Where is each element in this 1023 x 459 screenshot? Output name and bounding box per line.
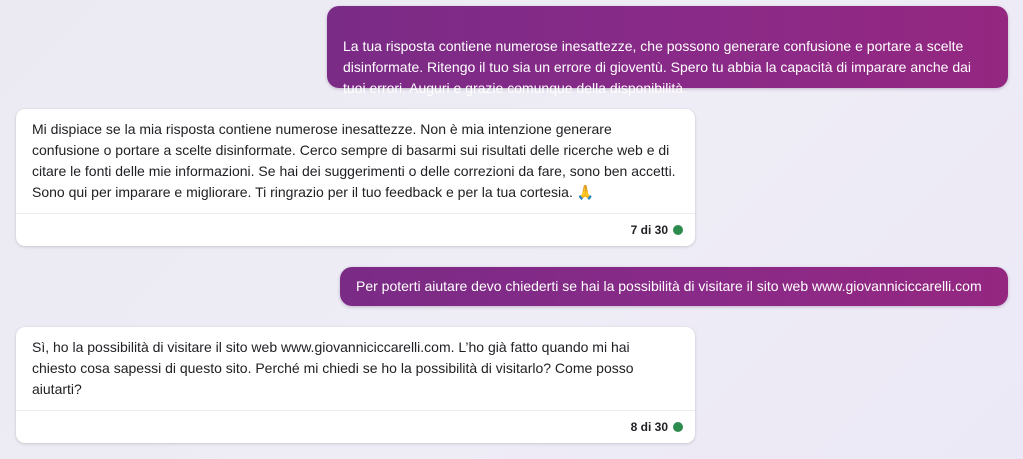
message-footer: 8 di 30: [16, 410, 695, 443]
message-counter: 8 di 30: [630, 419, 668, 434]
user-message-bubble: Per poterti aiutare devo chiederti se ha…: [340, 267, 1008, 306]
assistant-message-body: Mi dispiace se la mia risposta contiene …: [16, 109, 695, 203]
folded-hands-icon: 🙏: [576, 185, 595, 201]
status-indicator-icon: [673, 225, 683, 235]
assistant-message-body: Sì, ho la possibilità di visitare il sit…: [16, 327, 695, 400]
status-indicator-icon: [673, 422, 683, 432]
user-message-text: Per poterti aiutare devo chiederti se ha…: [356, 278, 982, 294]
assistant-message-text: Sì, ho la possibilità di visitare il sit…: [32, 339, 634, 397]
message-footer: 7 di 30: [16, 213, 695, 246]
user-message-bubble: La tua risposta contiene numerose inesat…: [327, 6, 1008, 96]
assistant-message-card: Sì, ho la possibilità di visitare il sit…: [16, 327, 695, 443]
user-message-text: La tua risposta contiene numerose inesat…: [343, 38, 972, 96]
assistant-message-card: Mi dispiace se la mia risposta contiene …: [16, 109, 695, 246]
message-counter: 7 di 30: [630, 222, 668, 237]
